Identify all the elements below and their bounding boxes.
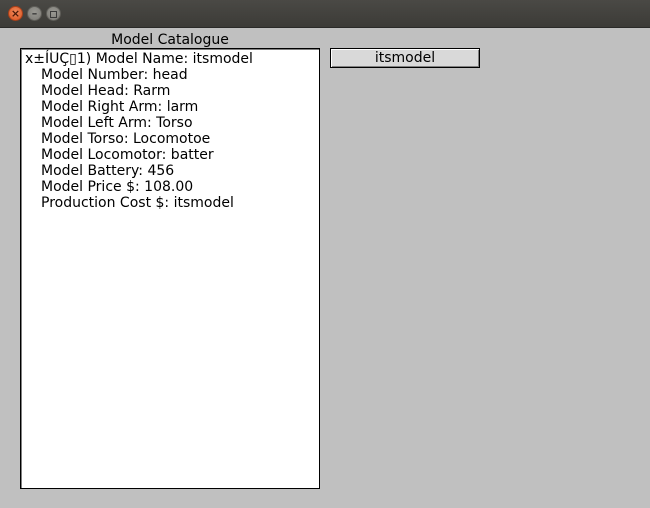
list-item-model-locomotor[interactable]: Model Locomotor: batter (25, 147, 319, 163)
list-item-model-battery[interactable]: Model Battery: 456 (25, 163, 319, 179)
list-item-model-left-arm[interactable]: Model Left Arm: Torso (25, 115, 319, 131)
list-item-model-head[interactable]: Model Head: Rarm (25, 83, 319, 99)
model-catalogue-listbox[interactable]: x±ÍUÇ▯1) Model Name: itsmodel Model Numb… (20, 48, 320, 489)
window-titlebar: × – (0, 0, 650, 28)
maximize-icon (50, 11, 57, 18)
itsmodel-button[interactable]: itsmodel (330, 48, 480, 68)
list-item-model-price[interactable]: Model Price $: 108.00 (25, 179, 319, 195)
close-window-button[interactable]: × (8, 6, 23, 21)
list-item-model-name[interactable]: x±ÍUÇ▯1) Model Name: itsmodel (25, 51, 319, 67)
list-item-model-number[interactable]: Model Number: head (25, 67, 319, 83)
list-item-model-right-arm[interactable]: Model Right Arm: larm (25, 99, 319, 115)
list-item-production-cost[interactable]: Production Cost $: itsmodel (25, 195, 319, 211)
minimize-window-button[interactable]: – (27, 6, 42, 21)
maximize-window-button[interactable] (46, 6, 61, 21)
model-catalogue-label: Model Catalogue (111, 32, 229, 48)
list-item-model-torso[interactable]: Model Torso: Locomotoe (25, 131, 319, 147)
